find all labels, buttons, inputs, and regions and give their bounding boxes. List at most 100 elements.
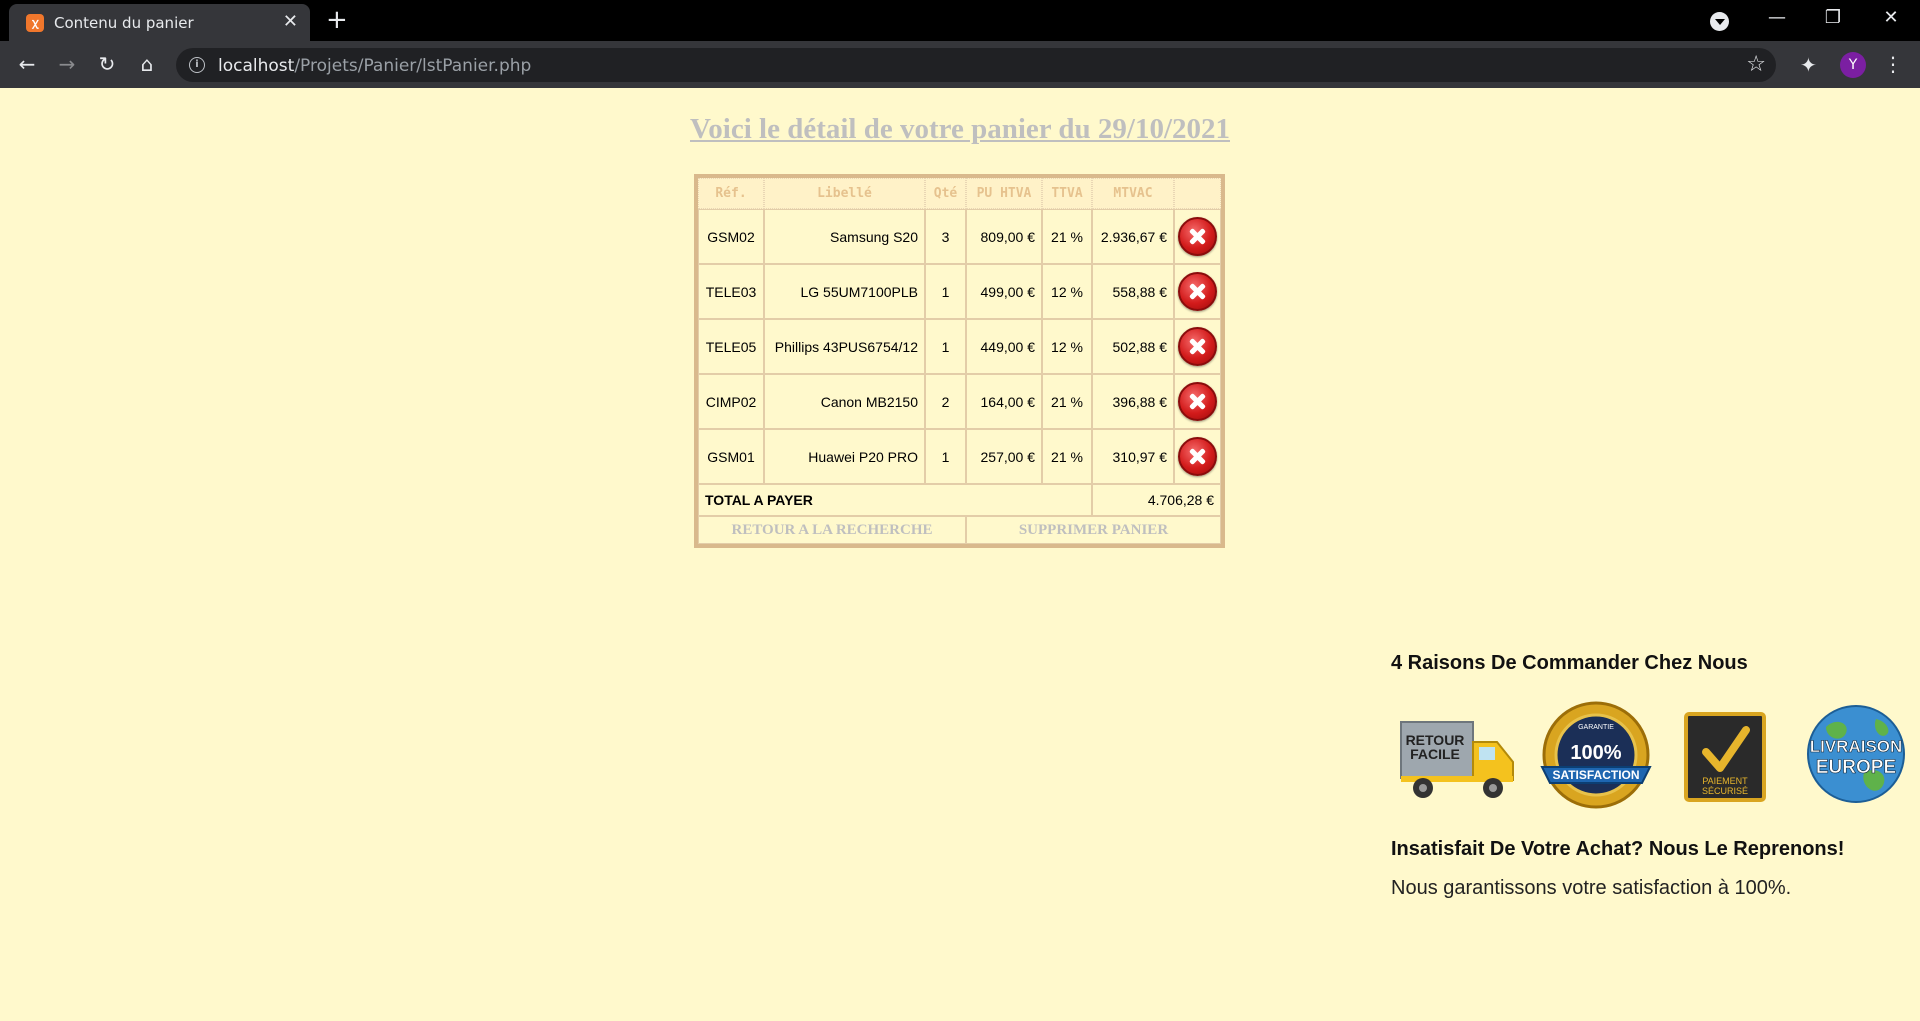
europe-delivery-globe-icon: LIVRAISON EUROPE (1807, 705, 1905, 803)
tab-close-icon[interactable]: ✕ (283, 12, 298, 32)
forward-icon[interactable]: → (52, 49, 82, 79)
header-qty: Qté (925, 178, 966, 209)
cell-qty: 3 (925, 209, 966, 264)
cell-ref: TELE03 (698, 264, 764, 319)
cell-qty: 2 (925, 374, 966, 429)
cell-mtvac: 558,88 € (1092, 264, 1174, 319)
cell-label: Huawei P20 PRO (764, 429, 925, 484)
cell-ttva: 21 % (1042, 429, 1092, 484)
xampp-favicon-icon: ꭓ (26, 14, 44, 32)
cell-delete (1174, 209, 1221, 264)
cell-label: LG 55UM7100PLB (764, 264, 925, 319)
header-ttva: TTVA (1042, 178, 1092, 209)
profile-avatar[interactable]: Y (1840, 52, 1866, 78)
cell-label: Samsung S20 (764, 209, 925, 264)
header-delete (1174, 178, 1221, 209)
total-value: 4.706,28 € (1092, 484, 1221, 516)
table-row: TELE05 Phillips 43PUS6754/12 1 449,00 € … (698, 319, 1221, 374)
reload-icon[interactable]: ↻ (92, 49, 122, 79)
back-to-search-link[interactable]: RETOUR A LA RECHERCHE (731, 522, 932, 538)
satisfaction-title: Insatisfait De Votre Achat? Nous Le Repr… (1391, 838, 1845, 860)
url-host: localhost (218, 56, 295, 76)
header-mtvac: MTVAC (1092, 178, 1174, 209)
browser-tab[interactable]: ꭓ Contenu du panier ✕ (9, 4, 310, 41)
clear-cart-link[interactable]: SUPPRIMER PANIER (1019, 522, 1168, 538)
cell-ttva: 12 % (1042, 319, 1092, 374)
home-icon[interactable]: ⌂ (132, 49, 162, 79)
payment-label-1: PAIEMENT (1702, 776, 1748, 786)
cell-label: Canon MB2150 (764, 374, 925, 429)
cell-qty: 1 (925, 429, 966, 484)
reasons-title: 4 Raisons De Commander Chez Nous (1391, 652, 1748, 674)
delivery-label-2: EUROPE (1816, 757, 1896, 778)
menu-icon[interactable]: ⋮ (1883, 51, 1903, 77)
clear-cell: SUPPRIMER PANIER (966, 516, 1221, 544)
cell-ref: TELE05 (698, 319, 764, 374)
back-icon[interactable]: ← (12, 49, 42, 79)
header-ref: Réf. (698, 178, 764, 209)
cell-pu: 809,00 € (966, 209, 1042, 264)
cell-qty: 1 (925, 264, 966, 319)
cell-delete (1174, 374, 1221, 429)
satisfaction-text: Nous garantissons votre satisfaction à 1… (1391, 877, 1792, 899)
table-row: TELE03 LG 55UM7100PLB 1 499,00 € 12 % 55… (698, 264, 1221, 319)
cell-ref: GSM01 (698, 429, 764, 484)
delivery-label-1: LIVRAISON (1810, 737, 1903, 756)
cell-ref: CIMP02 (698, 374, 764, 429)
table-row: CIMP02 Canon MB2150 2 164,00 € 21 % 396,… (698, 374, 1221, 429)
page-title: Voici le détail de votre panier du 29/10… (690, 113, 1230, 145)
header-pu-htva: PU HTVA (966, 178, 1042, 209)
info-icon[interactable]: i (189, 57, 205, 73)
cell-delete (1174, 264, 1221, 319)
address-bar[interactable]: i localhost/Projets/Panier/lstPanier.php… (176, 48, 1776, 82)
url-text[interactable]: localhost/Projets/Panier/lstPanier.php (218, 56, 531, 76)
secure-payment-icon: PAIEMENT SÉCURISÉ (1684, 712, 1766, 802)
cell-mtvac: 396,88 € (1092, 374, 1174, 429)
cell-pu: 164,00 € (966, 374, 1042, 429)
tab-search-icon[interactable] (1710, 12, 1729, 31)
delete-icon[interactable] (1178, 437, 1217, 476)
bookmark-star-icon[interactable]: ☆ (1746, 52, 1766, 77)
extensions-icon[interactable]: ✦ (1800, 53, 1817, 77)
minimize-icon[interactable]: — (1763, 6, 1791, 30)
tab-title: Contenu du panier (54, 14, 194, 32)
cell-ttva: 21 % (1042, 209, 1092, 264)
cell-mtvac: 2.936,67 € (1092, 209, 1174, 264)
actions-row: RETOUR A LA RECHERCHE SUPPRIMER PANIER (698, 516, 1221, 544)
payment-label-2: SÉCURISÉ (1702, 786, 1748, 796)
back-cell: RETOUR A LA RECHERCHE (698, 516, 966, 544)
delete-icon[interactable] (1178, 382, 1217, 421)
browser-toolbar: ← → ↻ ⌂ i localhost/Projets/Panier/lstPa… (0, 41, 1920, 88)
cell-label: Phillips 43PUS6754/12 (764, 319, 925, 374)
table-row: GSM02 Samsung S20 3 809,00 € 21 % 2.936,… (698, 209, 1221, 264)
total-row: TOTAL A PAYER 4.706,28 € (698, 484, 1221, 516)
satisfaction-seal-icon: GARANTIE 100% SATISFACTION (1540, 701, 1652, 809)
delete-icon[interactable] (1178, 272, 1217, 311)
cell-pu: 257,00 € (966, 429, 1042, 484)
browser-tab-bar: ꭓ Contenu du panier ✕ + — ❐ ✕ (0, 0, 1920, 41)
return-label-2: FACILE (1410, 746, 1460, 762)
seal-top-label: GARANTIE (1578, 724, 1614, 731)
cell-delete (1174, 429, 1221, 484)
cell-pu: 499,00 € (966, 264, 1042, 319)
seal-percent: 100% (1570, 742, 1621, 764)
cell-mtvac: 310,97 € (1092, 429, 1174, 484)
cell-ttva: 12 % (1042, 264, 1092, 319)
header-label: Libellé (764, 178, 925, 209)
cell-ttva: 21 % (1042, 374, 1092, 429)
url-path: /Projets/Panier/lstPanier.php (294, 56, 532, 76)
cell-ref: GSM02 (698, 209, 764, 264)
new-tab-button[interactable]: + (326, 6, 348, 34)
delete-icon[interactable] (1178, 217, 1217, 256)
table-row: GSM01 Huawei P20 PRO 1 257,00 € 21 % 310… (698, 429, 1221, 484)
seal-label: SATISFACTION (1552, 768, 1639, 782)
delete-icon[interactable] (1178, 327, 1217, 366)
cart-table: Réf. Libellé Qté PU HTVA TTVA MTVAC GSM0… (694, 174, 1225, 548)
cell-pu: 449,00 € (966, 319, 1042, 374)
cart-header-row: Réf. Libellé Qté PU HTVA TTVA MTVAC (698, 178, 1221, 209)
close-window-icon[interactable]: ✕ (1877, 6, 1905, 30)
cell-qty: 1 (925, 319, 966, 374)
restore-icon[interactable]: ❐ (1819, 6, 1847, 30)
easy-return-truck-icon: RETOUR FACILE (1400, 721, 1514, 798)
cell-delete (1174, 319, 1221, 374)
